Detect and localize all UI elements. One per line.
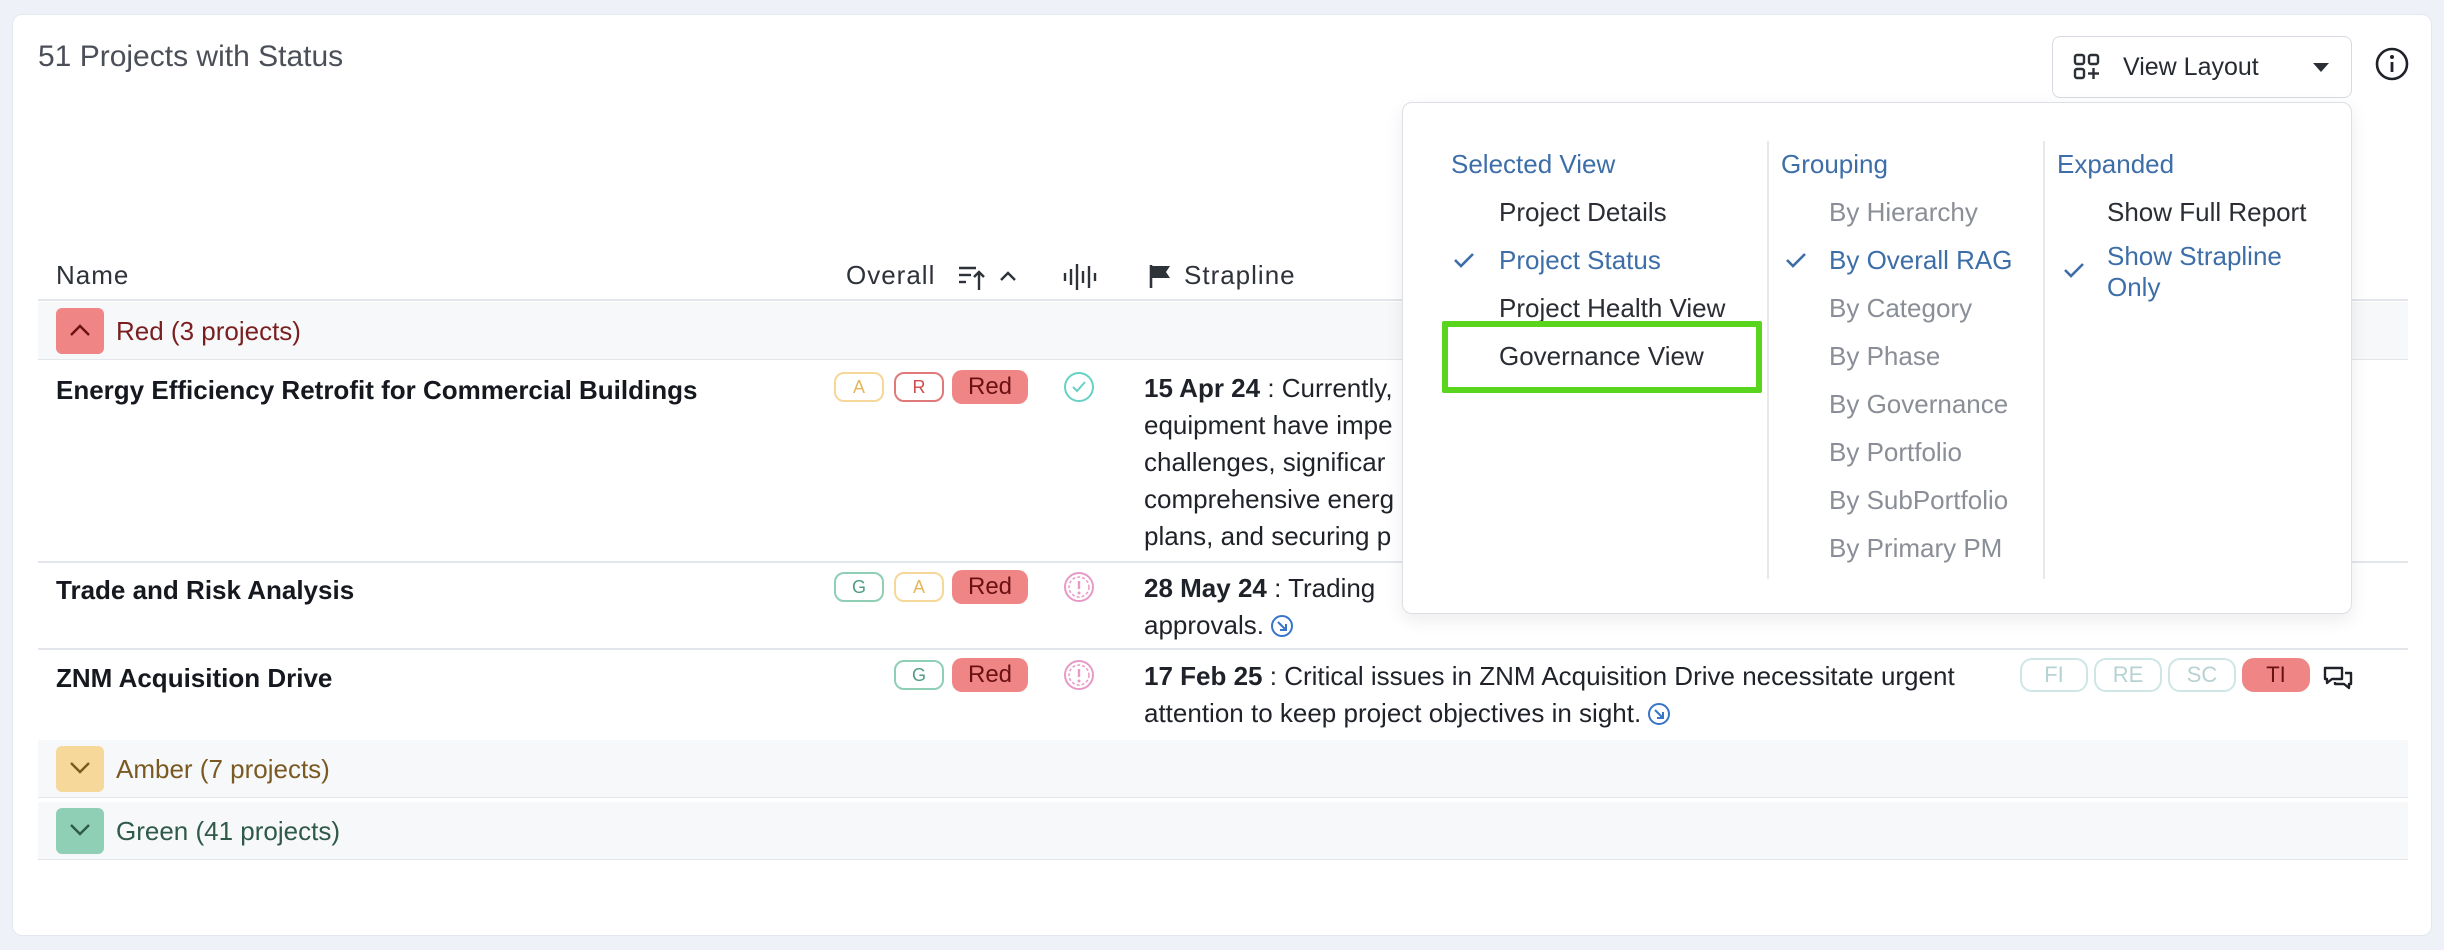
group-row-amber[interactable]: Amber (7 projects) [38,740,2408,798]
arrow-circle-icon[interactable] [1647,702,1671,726]
view-layout-label: View Layout [2123,52,2259,81]
status-pill-g: G [834,572,884,602]
group-toggle-green[interactable] [56,808,104,854]
grouping-heading: Grouping [1781,149,1888,179]
group-toggle-amber[interactable] [56,746,104,792]
column-header-overall[interactable]: Overall [846,260,935,291]
column-header-strapline[interactable]: Strapline [1184,260,1296,291]
option-by-subportfolio[interactable]: By SubPortfolio [1829,485,2008,516]
strapline-line: equipment have impe [1144,410,1393,440]
group-label-red: Red (3 projects) [116,316,301,346]
status-pill-g: G [894,660,944,690]
strapline-line: Currently, [1281,373,1393,403]
strapline-line: Critical issues in ZNM Acquisition Drive… [1284,661,1955,691]
option-by-phase[interactable]: By Phase [1829,341,1940,372]
sort-ascending-icon[interactable] [956,262,986,292]
strapline-date: 17 Feb 25 [1144,661,1263,691]
tag-fi[interactable]: FI [2020,658,2088,692]
strapline-date: 28 May 24 [1144,573,1267,603]
arrow-circle-icon[interactable] [1270,614,1294,638]
info-icon[interactable] [2374,46,2410,82]
option-project-status[interactable]: Project Status [1499,245,1661,276]
option-show-full-report[interactable]: Show Full Report [2107,197,2306,228]
option-by-overall-rag[interactable]: By Overall RAG [1829,245,2013,276]
page-title: 51 Projects with Status [38,40,344,73]
strapline-line: attention to keep project objectives in … [1144,698,1642,728]
tag-ti[interactable]: TI [2242,658,2310,692]
overall-rag-badge: Red [952,370,1028,404]
strapline-line: comprehensive energ [1144,484,1395,514]
strapline-date: 15 Apr 24 [1144,373,1261,403]
expanded-heading: Expanded [2057,149,2175,179]
option-project-health-view[interactable]: Project Health View [1499,293,1725,324]
strapline-text: 28 May 24 : Trading approvals. [1144,573,1376,640]
option-show-strapline-only[interactable]: Show Strapline Only [2107,241,2282,303]
chevron-down-icon [2313,63,2329,72]
strapline-text: 17 Feb 25 : Critical issues in ZNM Acqui… [1144,661,1955,728]
strapline-line: plans, and securing p [1144,521,1392,551]
tag-re[interactable]: RE [2094,658,2162,692]
column-header-name[interactable]: Name [56,260,129,291]
check-icon [1786,253,1806,268]
alert-circle-icon[interactable] [1062,570,1096,604]
status-pill-a: A [834,372,884,402]
grid-plus-icon [2073,53,2100,80]
overall-rag-badge: Red [952,658,1028,692]
highlight-box [1442,321,1762,393]
group-toggle-red[interactable] [56,308,104,354]
chevron-down-icon [70,762,90,774]
check-circle-icon[interactable] [1062,370,1096,404]
waveform-icon[interactable] [1062,262,1100,292]
option-by-category[interactable]: By Category [1829,293,1972,324]
strapline-line: Trading [1288,573,1376,603]
view-layout-button[interactable]: View Layout [2052,36,2352,98]
strapline-text: 15 Apr 24 : Currently, equipment have im… [1144,373,1395,551]
option-by-portfolio[interactable]: By Portfolio [1829,437,1962,468]
chevron-down-icon [70,824,90,836]
option-line: Show Strapline [2107,241,2282,271]
project-name-link[interactable]: ZNM Acquisition Drive [56,663,332,694]
group-label-amber: Amber (7 projects) [116,754,330,784]
flag-icon [1149,265,1170,288]
option-project-details[interactable]: Project Details [1499,197,1667,228]
option-line: Only [2107,272,2161,302]
column-divider [2043,141,2045,579]
status-pill-r: R [894,372,944,402]
comments-icon[interactable] [2322,664,2354,692]
selected-view-heading: Selected View [1451,149,1616,179]
status-pill-a: A [894,572,944,602]
group-label-green: Green (41 projects) [116,816,340,846]
strapline-line: challenges, significar [1144,447,1386,477]
check-icon [1454,253,1474,268]
project-name-link[interactable]: Energy Efficiency Retrofit for Commercia… [56,375,697,406]
option-by-primary-pm[interactable]: By Primary PM [1829,533,2002,564]
column-divider [1767,141,1769,579]
tag-sc[interactable]: SC [2168,658,2236,692]
row-divider [38,648,2408,650]
chevron-up-icon[interactable] [998,268,1018,284]
option-by-governance[interactable]: By Governance [1829,389,2008,420]
option-by-hierarchy[interactable]: By Hierarchy [1829,197,1978,228]
project-name-link[interactable]: Trade and Risk Analysis [56,575,354,606]
alert-circle-icon[interactable] [1062,658,1096,692]
strapline-line: approvals. [1144,610,1264,640]
overall-rag-badge: Red [952,570,1028,604]
check-icon [2064,263,2084,278]
chevron-up-icon [70,324,90,336]
group-row-green[interactable]: Green (41 projects) [38,802,2408,860]
